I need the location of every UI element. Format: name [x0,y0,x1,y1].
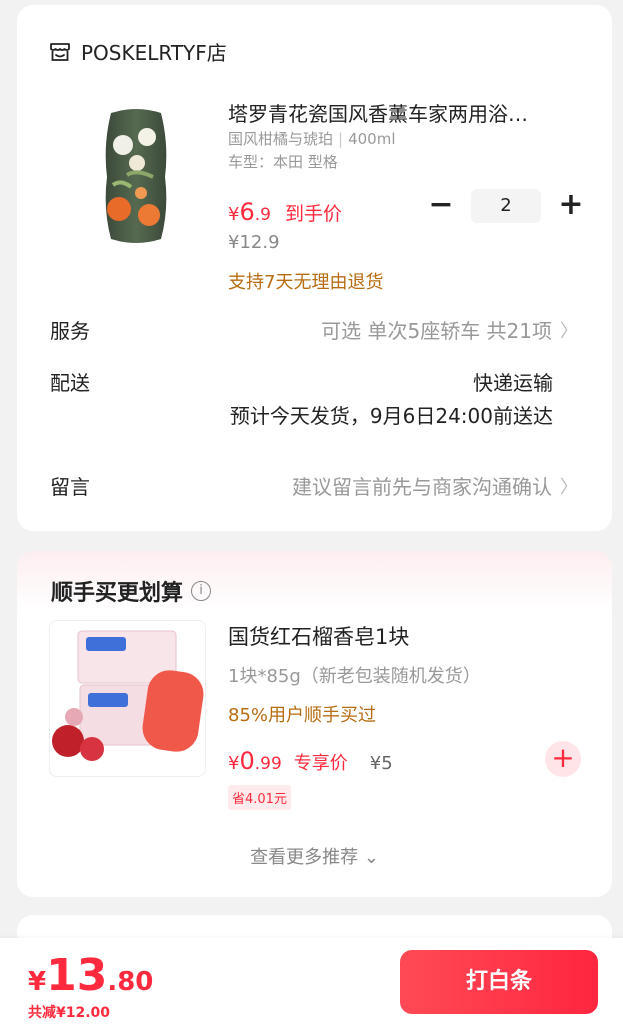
price-integer: 6 [239,198,255,226]
price-tag: 专享价 [293,753,348,774]
price-decimal: .99 [254,754,282,774]
soap-image-icon [52,630,204,761]
original-price: ¥12.9 [228,232,280,253]
total-savings[interactable]: 共减¥12.00 [28,1002,110,1022]
recommend-original-price: ¥5 [369,753,393,774]
product-image[interactable] [97,105,175,247]
pay-button[interactable]: 打白条 [400,950,598,1014]
currency-symbol: ¥ [28,967,47,997]
recommend-title-text: 顺手买更划算 [51,581,184,606]
price-tag: 到手价 [284,203,342,225]
service-label: 服务 [50,319,90,343]
more-recommendations-link[interactable]: 查看更多推荐 ⌄ [17,843,612,869]
recommend-item-spec: 1块*85g（新老包装随机发货） [228,666,481,687]
product-price: ¥ 6 .9 到手价 [228,198,342,226]
delivery-eta: 预计今天发货，9月6日24:00前送达 [229,404,553,428]
total-integer: 13 [46,950,108,1001]
recommend-price: ¥ 0 .99 专享价 ¥5 [228,747,393,775]
recommend-item-image[interactable] [49,620,206,777]
spec-divider: | [338,130,344,148]
car-model: 车型：本田 型格 [228,153,338,171]
product-title[interactable]: 塔罗青花瓷国风香薰车家两用浴… [228,98,573,127]
total-decimal: .80 [107,967,154,997]
product-spec[interactable]: 国风柑橘与琥珀 | 400ml [228,128,396,149]
save-badge: 省4.01元 [228,785,291,810]
quantity-stepper: − 2 + [427,189,585,223]
currency-symbol: ¥ [228,204,240,225]
spec-flavor: 国风柑橘与琥珀 [228,130,334,148]
recommend-item-name[interactable]: 国货红石榴香皂1块 [228,621,409,651]
quantity-value[interactable]: 2 [471,189,541,223]
return-policy: 支持7天无理由退货 [228,272,384,293]
order-card: POSKELRTYF店 塔罗青花瓷国风香薰车家两用浴… 国风柑橘与琥珀 | 400m… [17,5,612,531]
note-label: 留言 [50,475,90,499]
delivery-method: 快递运输 [473,371,553,395]
price-decimal: .9 [254,205,271,225]
price-integer: 0 [239,747,255,775]
recommend-card: 顺手买更划算 i 国货红石榴香皂1块 1块*85g（新老包装随机发货） 85%用… [17,551,612,897]
total-price: ¥ 13 .80 [28,950,153,1001]
minus-button[interactable]: − [427,190,455,220]
note-row[interactable]: 建议留言前先与商家沟通确认 〉 [292,471,578,500]
chevron-down-icon: ⌄ [363,847,379,868]
store-icon [50,42,70,61]
store-header[interactable]: POSKELRTYF店 [49,37,227,66]
spec-volume: 400ml [348,130,396,148]
currency-symbol: ¥ [228,753,240,774]
note-placeholder: 建议留言前先与商家沟通确认 [292,475,552,499]
add-to-order-button[interactable]: + [545,741,581,777]
more-link-label: 查看更多推荐 [250,847,359,868]
store-name: POSKELRTYF店 [81,41,227,65]
service-value: 可选 单次5座轿车 共21项 [321,319,552,343]
chevron-right-icon: 〉 [560,320,578,342]
service-row[interactable]: 可选 单次5座轿车 共21项 〉 [321,315,578,344]
recommend-buyers: 85%用户顺手买过 [228,705,377,726]
info-icon[interactable]: i [191,581,212,601]
plus-button[interactable]: + [557,190,585,220]
chevron-right-icon: 〉 [560,476,578,498]
checkout-bar: ¥ 13 .80 共减¥12.00 打白条 [0,938,623,1033]
recommend-title: 顺手买更划算 i [51,575,212,607]
delivery-label: 配送 [50,371,90,395]
